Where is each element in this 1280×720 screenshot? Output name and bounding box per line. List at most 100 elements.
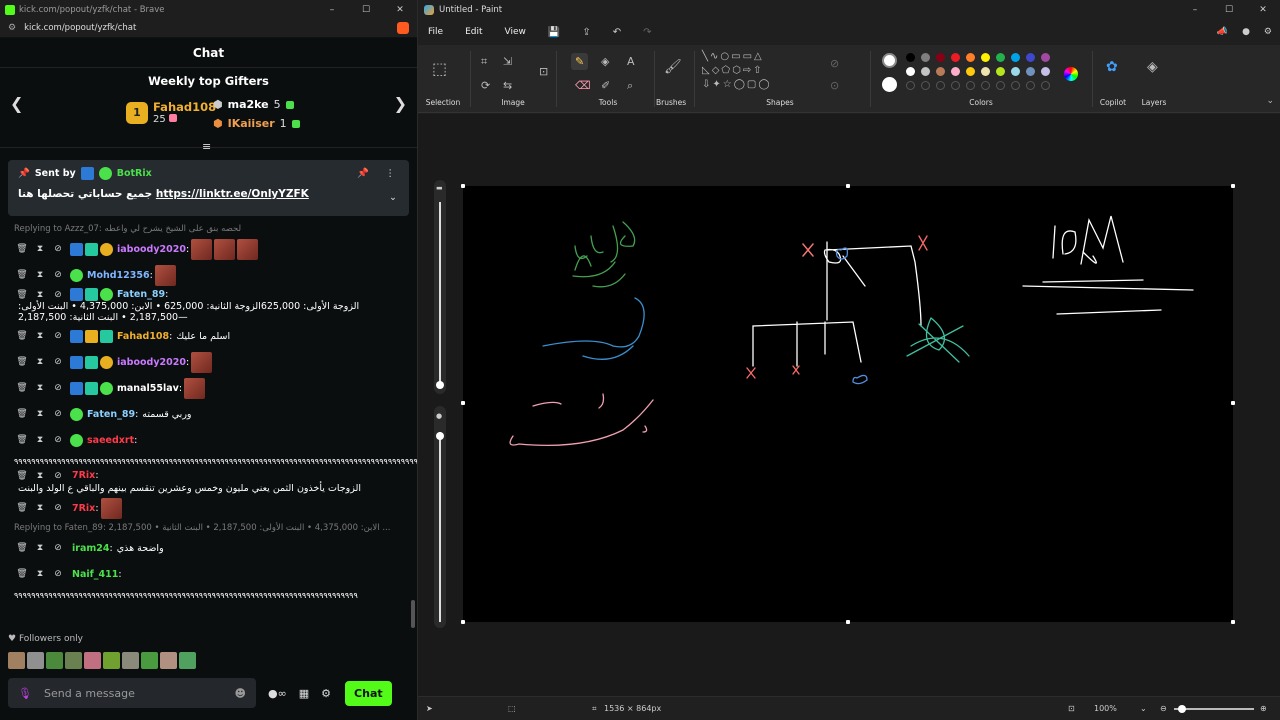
ban-icon[interactable]: ⊘ bbox=[50, 383, 66, 393]
trash-icon[interactable]: 🗑 bbox=[14, 569, 30, 579]
resize-handle[interactable] bbox=[461, 401, 465, 405]
maximize-button[interactable]: ☐ bbox=[349, 5, 383, 15]
custom-color-slot[interactable] bbox=[1026, 81, 1035, 90]
chevron-down-icon[interactable]: ⌄ bbox=[389, 192, 397, 203]
close-button[interactable]: ✕ bbox=[383, 5, 417, 15]
palette-swatch[interactable] bbox=[936, 53, 945, 62]
zoom-in-icon[interactable]: ⊕ bbox=[1260, 704, 1267, 713]
selection-icon[interactable]: ⬚ bbox=[432, 59, 447, 78]
resize-handle[interactable] bbox=[1231, 620, 1235, 624]
pinned-sender[interactable]: BotRix bbox=[117, 168, 152, 179]
palette-swatch[interactable] bbox=[981, 53, 990, 62]
emote-image[interactable] bbox=[184, 377, 206, 399]
emote-image[interactable] bbox=[191, 238, 213, 260]
minimize-button[interactable]: – bbox=[315, 5, 349, 15]
emoji-icon[interactable]: ☻ bbox=[235, 687, 246, 700]
shapes-row-1-icon[interactable]: ╲∿○▭▭△ bbox=[702, 51, 764, 62]
emote-thumb[interactable] bbox=[179, 652, 196, 669]
pencil-icon[interactable]: ✎ bbox=[571, 53, 589, 70]
chat-username[interactable]: iram24 bbox=[72, 543, 109, 554]
resize-handle[interactable] bbox=[1231, 401, 1235, 405]
menu-edit[interactable]: Edit bbox=[465, 27, 482, 37]
resize-handle[interactable] bbox=[461, 620, 465, 624]
palette-swatch[interactable] bbox=[921, 67, 930, 76]
ban-icon[interactable]: ⊘ bbox=[50, 409, 66, 419]
ban-icon[interactable]: ⊘ bbox=[50, 435, 66, 445]
image-select-icon[interactable]: ⊡ bbox=[539, 65, 548, 78]
chat-message[interactable]: 🗑 ⧗ ⊘ Fahad108: اسلم ما عليك bbox=[0, 323, 417, 349]
emote-image[interactable] bbox=[214, 238, 236, 260]
emote-thumb[interactable] bbox=[46, 652, 63, 669]
chat-username[interactable]: Fahad108 bbox=[117, 331, 169, 342]
more-options-icon[interactable]: ⋮ bbox=[386, 168, 396, 179]
zoom-level[interactable]: 100% bbox=[1094, 704, 1117, 713]
reply-context[interactable]: Replying to Faten_89: 2,187,500 • الابن:… bbox=[0, 521, 417, 535]
trash-icon[interactable]: 🗑 bbox=[14, 244, 30, 254]
emote-thumb[interactable] bbox=[84, 652, 101, 669]
chevron-right-icon[interactable]: ❯ bbox=[394, 94, 407, 113]
redo-icon[interactable]: ↷ bbox=[643, 27, 651, 38]
brave-shield-icon[interactable] bbox=[397, 22, 409, 34]
emote-thumb[interactable] bbox=[141, 652, 158, 669]
chevron-left-icon[interactable]: ❮ bbox=[10, 94, 23, 113]
emote-thumb[interactable] bbox=[103, 652, 120, 669]
ban-icon[interactable]: ⊘ bbox=[50, 290, 66, 300]
trash-icon[interactable]: 🗑 bbox=[14, 471, 30, 481]
copilot-icon[interactable]: ✿ bbox=[1106, 59, 1118, 75]
color-picker-icon[interactable]: ✐ bbox=[601, 79, 610, 92]
minimize-button[interactable]: – bbox=[1178, 5, 1212, 15]
ban-icon[interactable]: ⊘ bbox=[50, 244, 66, 254]
ban-icon[interactable]: ⊘ bbox=[50, 471, 66, 481]
chat-send-button[interactable]: Chat bbox=[345, 680, 392, 706]
gift-subs-icon[interactable]: ●∞ bbox=[268, 687, 287, 700]
custom-color-slot[interactable] bbox=[966, 81, 975, 90]
emote-image[interactable] bbox=[154, 264, 176, 286]
ban-icon[interactable]: ⊘ bbox=[50, 503, 66, 513]
drawing-canvas[interactable] bbox=[463, 186, 1233, 622]
timeout-icon[interactable]: ⧗ bbox=[32, 569, 48, 579]
text-icon[interactable]: A bbox=[627, 55, 635, 68]
palette-swatch[interactable] bbox=[936, 67, 945, 76]
chat-message[interactable]: 🗑 ⧗ ⊘ iaboody2020: bbox=[0, 236, 417, 262]
ban-icon[interactable]: ⊘ bbox=[50, 543, 66, 553]
outline-icon[interactable]: ⊘ bbox=[830, 57, 839, 70]
feedback-icon[interactable]: 📣 bbox=[1217, 27, 1228, 37]
custom-color-slot[interactable] bbox=[906, 81, 915, 90]
emote-thumb[interactable] bbox=[65, 652, 82, 669]
chat-message[interactable]: 🗑 ⧗ ⊘ iaboody2020: bbox=[0, 349, 417, 375]
emote-image[interactable] bbox=[191, 351, 213, 373]
resize-handle[interactable] bbox=[461, 184, 465, 188]
timeout-icon[interactable]: ⧗ bbox=[32, 244, 48, 254]
message-input[interactable]: 🎙 Send a message ☻ bbox=[8, 678, 256, 708]
trash-icon[interactable]: 🗑 bbox=[14, 383, 30, 393]
reply-context[interactable]: Replying to Azzz_07: لحصه بنق على الشيخ … bbox=[0, 222, 417, 236]
emote-thumb[interactable] bbox=[122, 652, 139, 669]
ban-icon[interactable]: ⊘ bbox=[50, 270, 66, 280]
slider-knob[interactable] bbox=[436, 381, 444, 389]
top-gifter-2[interactable]: ⬢ ma2ke 5 bbox=[213, 98, 294, 111]
chat-username[interactable]: Naif_411 bbox=[72, 569, 118, 580]
custom-color-slot[interactable] bbox=[981, 81, 990, 90]
rotate-icon[interactable]: ⟳ bbox=[481, 79, 490, 92]
save-icon[interactable]: 💾 bbox=[548, 27, 560, 38]
resize-handle[interactable] bbox=[846, 620, 850, 624]
chat-username[interactable]: Faten_89 bbox=[87, 409, 135, 420]
chat-message[interactable]: 🗑 ⧗ ⊘ saeedxrt: bbox=[0, 427, 417, 453]
chat-username[interactable]: 7Rix bbox=[72, 503, 95, 514]
chat-username[interactable]: iaboody2020 bbox=[117, 244, 186, 255]
timeout-icon[interactable]: ⧗ bbox=[32, 503, 48, 513]
maximize-button[interactable]: ☐ bbox=[1212, 5, 1246, 15]
settings-gear-icon[interactable]: ⚙ bbox=[1264, 27, 1272, 37]
fill-icon[interactable]: ◈ bbox=[601, 55, 609, 68]
zoom-dropdown-icon[interactable]: ⌄ bbox=[1140, 704, 1147, 713]
trash-icon[interactable]: 🗑 bbox=[14, 270, 30, 280]
trash-icon[interactable]: 🗑 bbox=[14, 357, 30, 367]
chat-username[interactable]: 7Rix bbox=[72, 470, 95, 481]
menu-view[interactable]: View bbox=[505, 27, 526, 37]
zoom-slider-knob[interactable] bbox=[1178, 705, 1186, 713]
trash-icon[interactable]: 🗑 bbox=[14, 503, 30, 513]
chat-message[interactable]: 🗑 ⧗ ⊘ Faten_89: الزوجة الأولى: 625,000الزوجة… bbox=[0, 288, 417, 323]
palette-swatch[interactable] bbox=[996, 67, 1005, 76]
chat-username[interactable]: Mohd12356 bbox=[87, 270, 150, 281]
trash-icon[interactable]: 🗑 bbox=[14, 290, 30, 300]
